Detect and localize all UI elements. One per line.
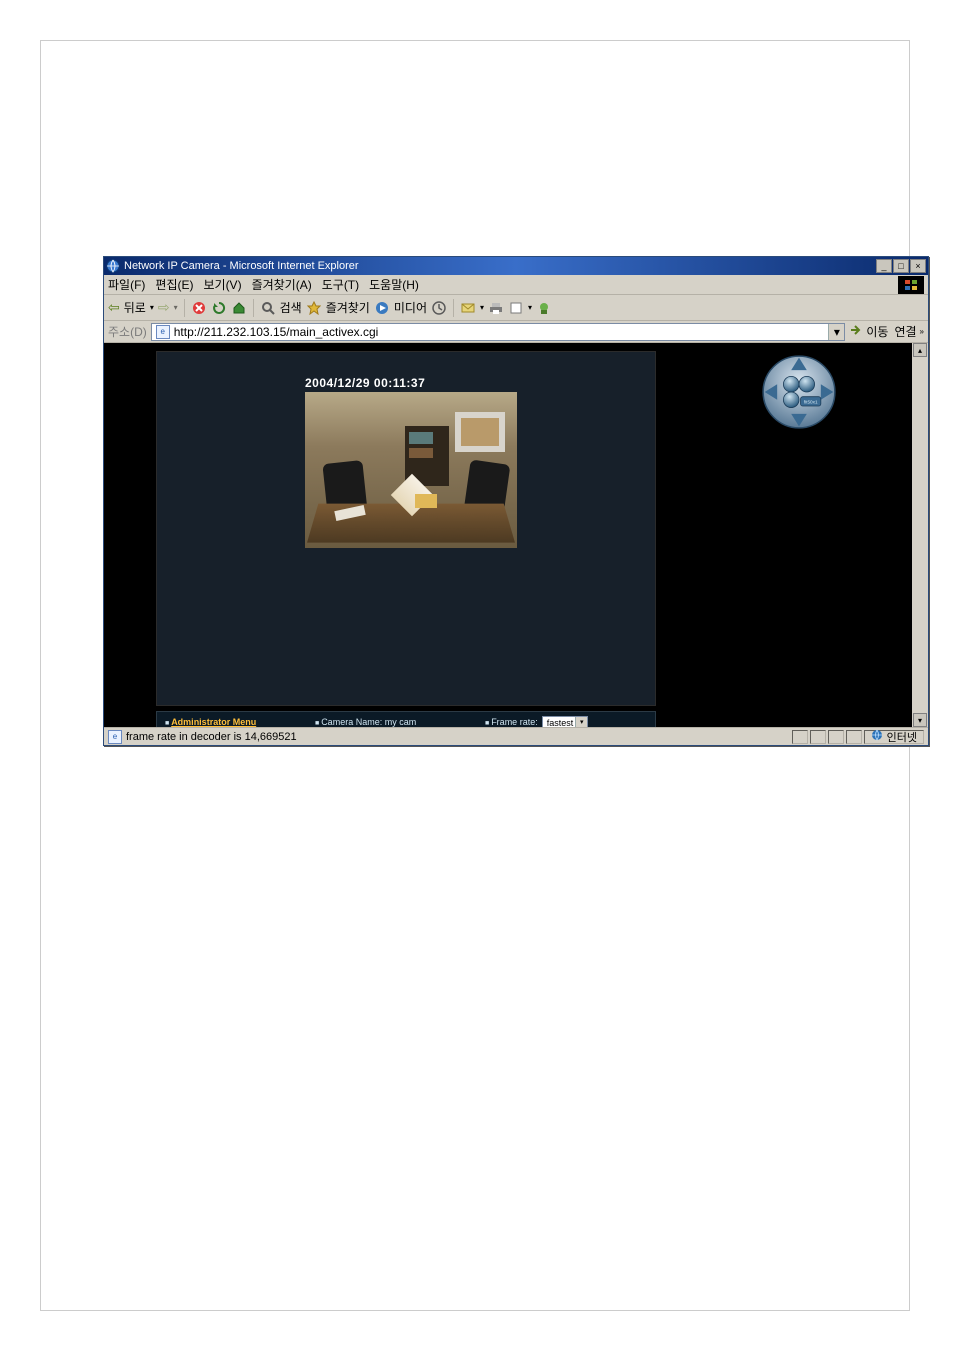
ptz-control[interactable]: fit50x1 [760,353,838,431]
media-icon[interactable] [374,300,390,316]
brand-logo [898,276,924,294]
edit-dropdown-icon[interactable]: ▾ [528,303,532,312]
menubar: 파일(F) 편집(E) 보기(V) 즐겨찾기(A) 도구(T) 도움말(H) [104,275,928,295]
mail-icon[interactable] [460,300,476,316]
camera-feed [305,392,517,548]
status-cell [846,730,862,744]
video-block: 2004/12/29 00:11:37 [156,351,656,706]
maximize-button[interactable]: □ [893,259,909,273]
go-icon [849,323,863,340]
page-icon: e [156,325,170,339]
framerate-label: Frame rate: [485,716,538,727]
stop-icon[interactable] [191,300,207,316]
info-panel: Administrator Menu Install XviD Camera N… [156,711,656,727]
edit-icon[interactable] [508,300,524,316]
search-icon[interactable] [260,300,276,316]
menu-edit[interactable]: 편집(E) [155,276,193,293]
chevron-down-icon: ▾ [575,717,587,727]
address-url: http://211.232.103.15/main_activex.cgi [174,325,379,339]
framerate-row: Frame rate: fastest ▾ [485,716,647,727]
video-timestamp: 2004/12/29 00:11:37 [305,376,425,390]
address-input[interactable]: e http://211.232.103.15/main_activex.cgi… [151,323,846,341]
window-title: Network IP Camera - Microsoft Internet E… [124,260,359,272]
ptz-label: fit50x1 [804,400,818,405]
mail-dropdown-icon[interactable]: ▾ [480,303,484,312]
media-label[interactable]: 미디어 [394,299,427,316]
history-icon[interactable] [431,300,447,316]
admin-menu-link[interactable]: Administrator Menu [171,717,256,727]
ie-icon [106,259,120,273]
links-button[interactable]: 연결 » [894,323,924,340]
refresh-icon[interactable] [211,300,227,316]
home-icon[interactable] [231,300,247,316]
menu-help[interactable]: 도움말(H) [369,276,419,293]
back-icon[interactable]: ⇦ [108,299,120,316]
address-dropdown-icon[interactable]: ▾ [828,324,844,340]
address-label: 주소(D) [108,323,147,340]
framerate-select[interactable]: fastest ▾ [542,716,589,727]
status-zone-label: 인터넷 [887,729,917,745]
minimize-button[interactable]: _ [876,259,892,273]
chevron-right-icon: » [920,327,924,336]
statusbar: e frame rate in decoder is 14,669521 인터넷 [104,727,928,745]
back-dropdown-icon[interactable]: ▾ [150,303,154,312]
browser-window: Network IP Camera - Microsoft Internet E… [103,256,929,746]
back-label[interactable]: 뒤로 [124,299,146,316]
status-cell [828,730,844,744]
status-text: frame rate in decoder is 14,669521 [126,731,297,743]
vertical-scrollbar[interactable]: ▴ ▾ [912,343,928,727]
scroll-down-icon[interactable]: ▾ [913,713,927,727]
close-button[interactable]: × [910,259,926,273]
toolbar: ⇦ 뒤로 ▾ ⇨ ▾ 검색 즐겨찾기 [104,295,928,321]
page-content: 2004/12/29 00:11:37 [104,343,928,727]
forward-icon[interactable]: ⇨ [158,299,170,316]
status-cell [810,730,826,744]
menu-favorites[interactable]: 즐겨찾기(A) [252,276,312,293]
search-label[interactable]: 검색 [280,299,302,316]
camera-name-row: Camera Name: my cam [315,716,469,727]
menu-view[interactable]: 보기(V) [203,276,241,293]
favorites-icon[interactable] [306,300,322,316]
internet-zone-icon [871,729,883,744]
forward-dropdown-icon[interactable]: ▾ [174,303,178,312]
menu-file[interactable]: 파일(F) [108,276,145,293]
status-zone: 인터넷 [864,730,924,744]
go-button[interactable]: 이동 [849,323,888,340]
menu-tools[interactable]: 도구(T) [322,276,359,293]
scroll-up-icon[interactable]: ▴ [913,343,927,357]
links-label: 연결 [894,323,916,340]
favorites-label[interactable]: 즐겨찾기 [326,299,370,316]
titlebar: Network IP Camera - Microsoft Internet E… [104,257,928,275]
addressbar: 주소(D) e http://211.232.103.15/main_activ… [104,321,928,343]
messenger-icon[interactable] [536,300,552,316]
status-page-icon: e [108,730,122,744]
go-label: 이동 [866,323,888,340]
status-cell [792,730,808,744]
print-icon[interactable] [488,300,504,316]
